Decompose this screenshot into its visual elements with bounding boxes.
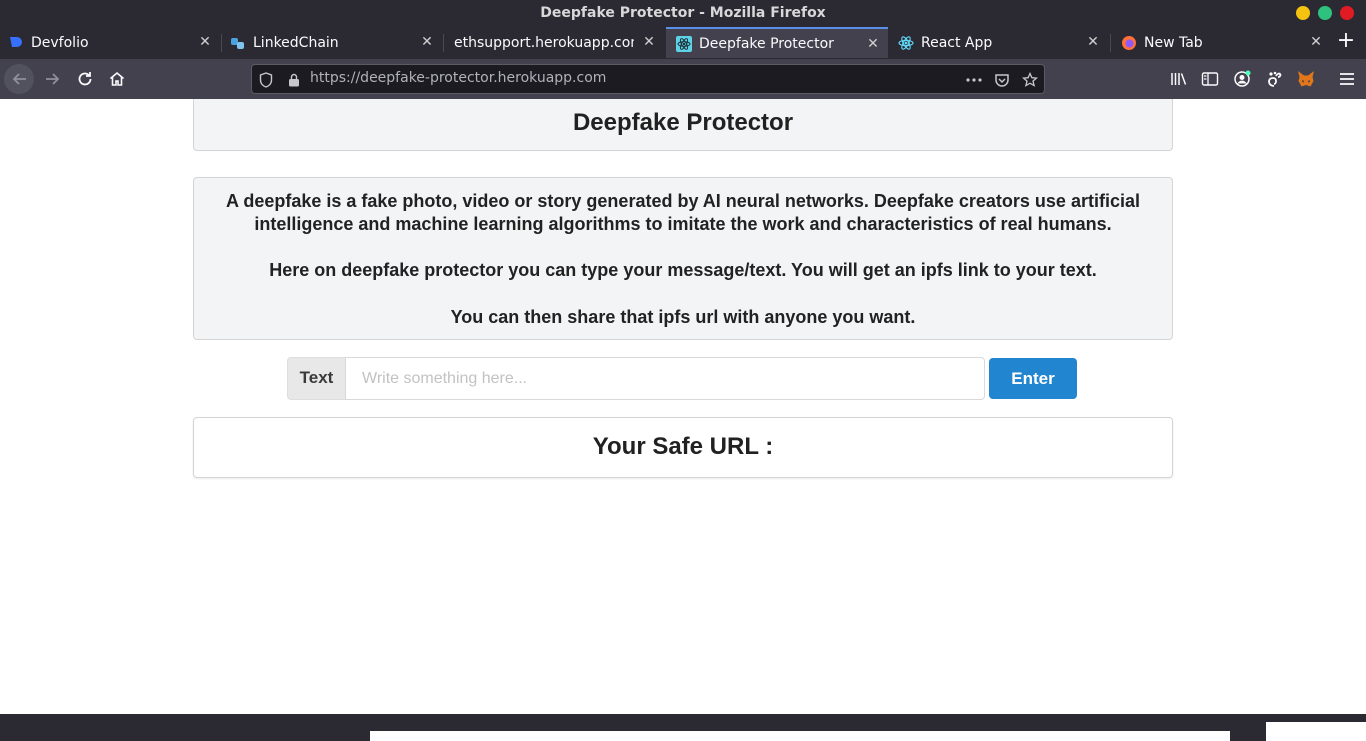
tab-separator — [221, 34, 222, 52]
shield-icon[interactable] — [257, 71, 275, 89]
metamask-fox-icon[interactable] — [1296, 69, 1316, 89]
devfolio-icon — [8, 35, 24, 51]
sidebar-icon[interactable] — [1200, 69, 1220, 89]
tab-ethsupport[interactable]: ethsupport.herokuapp.com/ ✕ — [454, 27, 664, 58]
back-arrow-icon[interactable] — [6, 65, 34, 93]
url-text: https://deepfake-protector.herokuapp.com — [310, 70, 607, 86]
account-icon[interactable] — [1232, 69, 1252, 89]
tab-devfolio[interactable]: Devfolio ✕ — [8, 27, 220, 58]
forward-arrow-icon[interactable] — [38, 65, 66, 93]
bottom-strip — [1266, 722, 1366, 741]
message-text-input[interactable] — [345, 357, 985, 400]
minimize-button[interactable] — [1296, 6, 1310, 20]
tab-label: ethsupport.herokuapp.com/ — [454, 34, 634, 51]
lock-icon[interactable] — [285, 71, 303, 89]
close-tab-icon[interactable]: ✕ — [640, 33, 658, 51]
firefox-icon — [1121, 35, 1137, 51]
safe-url-card: Your Safe URL : — [193, 417, 1173, 478]
react-icon — [676, 35, 692, 52]
tab-label: Devfolio — [31, 34, 89, 51]
hamburger-menu-icon[interactable] — [1337, 69, 1357, 89]
tab-label: React App — [921, 34, 993, 51]
window-controls — [1296, 6, 1354, 20]
close-tab-icon[interactable]: ✕ — [418, 33, 436, 51]
pocket-icon[interactable] — [993, 71, 1011, 89]
header-card: Deepfake Protector — [193, 99, 1173, 151]
navigation-toolbar: https://deepfake-protector.herokuapp.com — [0, 59, 1366, 99]
tab-react-app[interactable]: React App ✕ — [898, 27, 1108, 58]
text-input-group: Text Enter — [287, 357, 1077, 400]
text-input-label: Text — [287, 357, 345, 400]
bottom-strip — [370, 731, 1230, 741]
page-actions-icon[interactable] — [965, 71, 983, 89]
extension-gnome-icon[interactable] — [1264, 69, 1284, 89]
library-icon[interactable] — [1169, 69, 1189, 89]
tab-new-tab[interactable]: New Tab ✕ — [1121, 27, 1331, 58]
page-title: Deepfake Protector — [572, 109, 794, 136]
close-tab-icon[interactable]: ✕ — [196, 33, 214, 51]
info-paragraph-deepfake-definition: A deepfake is a fake photo, video or sto… — [226, 191, 1140, 234]
tab-deepfake-protector[interactable]: Deepfake Protector ✕ — [666, 27, 888, 58]
info-card: A deepfake is a fake photo, video or sto… — [193, 177, 1173, 340]
new-tab-button[interactable]: + — [1334, 30, 1358, 54]
url-bar[interactable]: https://deepfake-protector.herokuapp.com — [251, 64, 1045, 94]
safe-url-heading: Your Safe URL : — [592, 433, 774, 460]
enter-button[interactable]: Enter — [989, 358, 1077, 399]
bookmark-star-icon[interactable] — [1021, 71, 1039, 89]
tab-separator — [1110, 34, 1111, 52]
tab-label: LinkedChain — [253, 34, 339, 51]
react-icon — [898, 35, 914, 51]
tab-label: New Tab — [1144, 34, 1203, 51]
info-paragraph-share: You can then share that ipfs url with an… — [450, 307, 916, 327]
tab-separator — [443, 34, 444, 52]
maximize-button[interactable] — [1318, 6, 1332, 20]
linkedchain-icon — [230, 35, 246, 51]
home-icon[interactable] — [103, 65, 131, 93]
window-title: Deepfake Protector - Mozilla Firefox — [540, 5, 826, 21]
tab-linkedchain[interactable]: LinkedChain ✕ — [230, 27, 442, 58]
close-tab-icon[interactable]: ✕ — [1084, 33, 1102, 51]
reload-icon[interactable] — [71, 65, 99, 93]
bottom-panel — [0, 714, 1366, 741]
close-tab-icon[interactable]: ✕ — [864, 35, 882, 53]
tab-label: Deepfake Protector — [699, 35, 834, 52]
info-paragraph-how-it-works: Here on deepfake protector you can type … — [269, 260, 1097, 280]
close-tab-icon[interactable]: ✕ — [1307, 33, 1325, 51]
tab-strip: Devfolio ✕ LinkedChain ✕ ethsupport.hero… — [0, 26, 1366, 59]
window-titlebar: Deepfake Protector - Mozilla Firefox — [0, 0, 1366, 26]
page-content: Deepfake Protector A deepfake is a fake … — [0, 99, 1366, 714]
close-window-button[interactable] — [1340, 6, 1354, 20]
